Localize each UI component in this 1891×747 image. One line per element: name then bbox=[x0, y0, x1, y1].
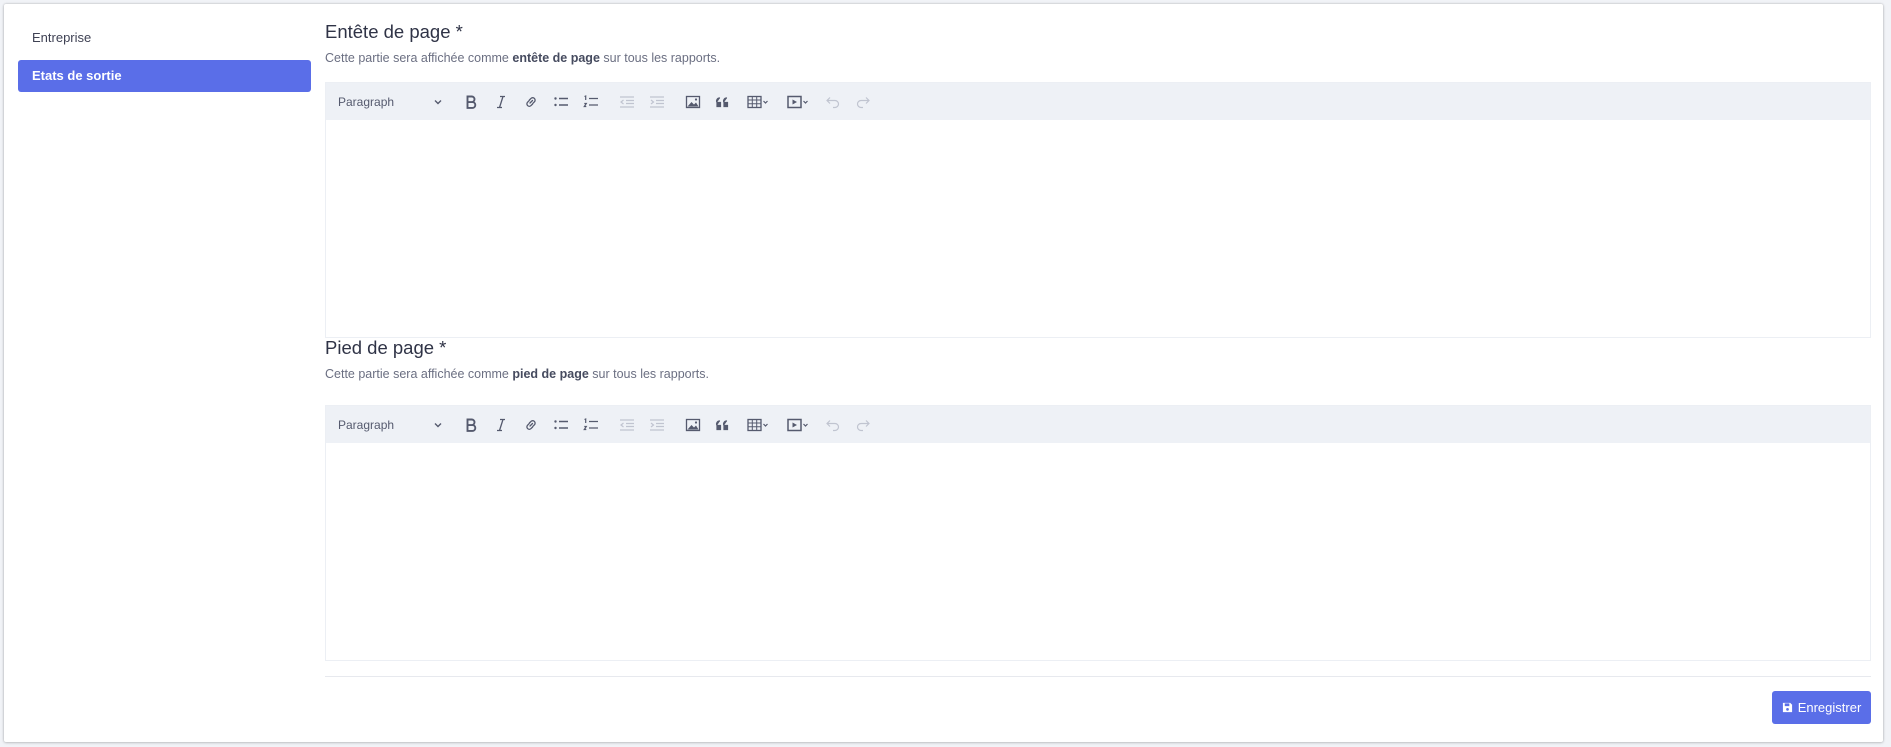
redo-icon bbox=[856, 419, 870, 431]
insert-image-button[interactable] bbox=[678, 89, 708, 115]
undo-button[interactable] bbox=[818, 412, 848, 438]
bulleted-list-button[interactable] bbox=[546, 89, 576, 115]
outdent-icon bbox=[620, 95, 634, 108]
italic-button[interactable] bbox=[486, 412, 516, 438]
redo-icon bbox=[856, 96, 870, 108]
indent-button[interactable] bbox=[642, 412, 672, 438]
bold-button[interactable] bbox=[456, 89, 486, 115]
paragraph-format-dropdown[interactable]: Paragraph bbox=[338, 412, 450, 438]
redo-button[interactable] bbox=[848, 412, 878, 438]
insert-media-button[interactable] bbox=[778, 89, 818, 115]
sidebar-item-etats-de-sortie[interactable]: Etats de sortie bbox=[18, 60, 311, 92]
table-icon bbox=[747, 418, 768, 431]
indent-icon bbox=[650, 95, 664, 108]
settings-sidebar: Entreprise Etats de sortie bbox=[18, 22, 311, 98]
header-section-help: Cette partie sera affichée comme entête … bbox=[325, 51, 721, 65]
bold-icon bbox=[466, 95, 477, 109]
outdent-icon bbox=[620, 418, 634, 431]
italic-icon bbox=[497, 95, 505, 108]
sidebar-item-entreprise[interactable]: Entreprise bbox=[18, 22, 311, 54]
save-button-label: Enregistrer bbox=[1797, 700, 1862, 715]
form-divider bbox=[325, 676, 1871, 677]
numbered-list-icon bbox=[583, 94, 598, 107]
chevron-down-icon bbox=[434, 422, 442, 427]
bulleted-list-icon bbox=[554, 96, 568, 106]
numbered-list-icon bbox=[583, 417, 598, 430]
redo-button[interactable] bbox=[848, 89, 878, 115]
undo-icon bbox=[826, 419, 840, 431]
numbered-list-button[interactable] bbox=[576, 412, 606, 438]
header-rich-text-editor: Paragraph bbox=[325, 82, 1871, 338]
insert-table-button[interactable] bbox=[738, 412, 778, 438]
link-icon bbox=[526, 96, 536, 107]
outdent-button[interactable] bbox=[612, 412, 642, 438]
footer-editor-content[interactable] bbox=[326, 443, 1870, 660]
image-icon bbox=[685, 418, 701, 431]
footer-section-help: Cette partie sera affichée comme pied de… bbox=[325, 367, 709, 381]
link-button[interactable] bbox=[516, 412, 546, 438]
editor-toolbar: Paragraph bbox=[326, 406, 1870, 443]
undo-icon bbox=[826, 96, 840, 108]
indent-button[interactable] bbox=[642, 89, 672, 115]
floppy-disk-icon bbox=[1782, 702, 1792, 713]
blockquote-icon bbox=[715, 96, 729, 107]
bold-icon bbox=[466, 418, 477, 432]
footer-section-title: Pied de page * bbox=[325, 337, 447, 358]
link-icon bbox=[526, 419, 536, 430]
bold-button[interactable] bbox=[456, 412, 486, 438]
italic-icon bbox=[497, 418, 505, 431]
media-icon bbox=[787, 95, 808, 108]
save-button[interactable]: Enregistrer bbox=[1772, 691, 1871, 724]
chevron-down-icon bbox=[434, 99, 442, 104]
image-icon bbox=[685, 95, 701, 108]
blockquote-icon bbox=[715, 419, 729, 430]
undo-button[interactable] bbox=[818, 89, 848, 115]
paragraph-format-dropdown[interactable]: Paragraph bbox=[338, 89, 450, 115]
header-section-title: Entête de page * bbox=[325, 21, 463, 42]
media-icon bbox=[787, 418, 808, 431]
insert-image-button[interactable] bbox=[678, 412, 708, 438]
bulleted-list-button[interactable] bbox=[546, 412, 576, 438]
footer-rich-text-editor: Paragraph bbox=[325, 405, 1871, 661]
table-icon bbox=[747, 95, 768, 108]
outdent-button[interactable] bbox=[612, 89, 642, 115]
header-editor-content[interactable] bbox=[326, 120, 1870, 337]
numbered-list-button[interactable] bbox=[576, 89, 606, 115]
insert-media-button[interactable] bbox=[778, 412, 818, 438]
editor-toolbar: Paragraph bbox=[326, 83, 1870, 120]
italic-button[interactable] bbox=[486, 89, 516, 115]
link-button[interactable] bbox=[516, 89, 546, 115]
bulleted-list-icon bbox=[554, 419, 568, 429]
indent-icon bbox=[650, 418, 664, 431]
blockquote-button[interactable] bbox=[708, 412, 738, 438]
insert-table-button[interactable] bbox=[738, 89, 778, 115]
blockquote-button[interactable] bbox=[708, 89, 738, 115]
